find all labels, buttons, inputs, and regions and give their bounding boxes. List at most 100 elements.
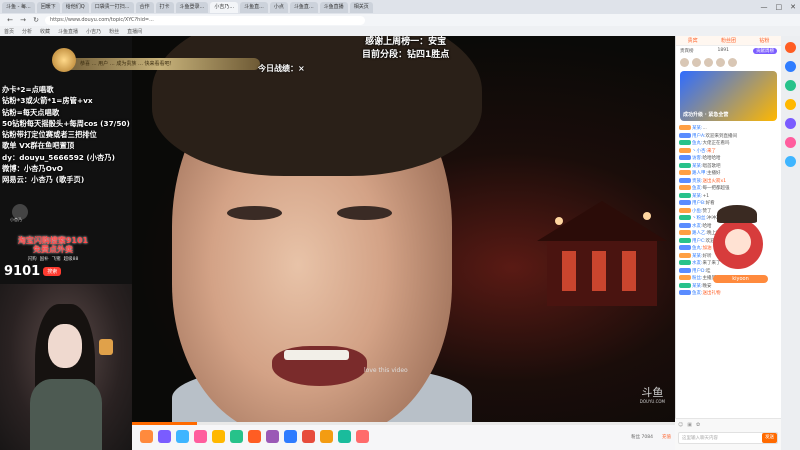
forward-icon[interactable]: → — [19, 16, 27, 24]
chat-nick[interactable]: 贵族: — [692, 179, 703, 184]
extension-icon[interactable] — [785, 137, 796, 148]
extension-icon[interactable] — [785, 42, 796, 53]
gift-icon[interactable] — [320, 430, 333, 443]
extension-icon[interactable] — [785, 80, 796, 91]
taobao-promo[interactable]: 淘宝闪购搜索9101 免费点外卖 闪购 国补 飞猪 超级88 9101 搜索 — [0, 236, 106, 281]
chat-nick[interactable]: 鱼友: — [692, 291, 703, 296]
chat-nick[interactable]: 小鱼: — [692, 209, 703, 214]
gift-icon[interactable] — [338, 430, 351, 443]
chat-nick[interactable]: 某某: — [692, 164, 703, 169]
panel-promo-card[interactable]: 成功升级 · 紧急全营 — [680, 71, 777, 121]
avatar[interactable] — [728, 58, 737, 67]
gift-icon[interactable]: ✿ — [696, 422, 700, 428]
chat-nick[interactable]: 某某: — [692, 284, 703, 289]
reload-icon[interactable]: ↻ — [32, 16, 40, 24]
bookmark-link[interactable]: 小吉乃 — [86, 28, 101, 35]
send-button[interactable]: 发送 — [762, 433, 777, 443]
chat-nick[interactable]: 鱼丸: — [692, 246, 703, 251]
gift-icon[interactable] — [302, 430, 315, 443]
gift-icon[interactable] — [230, 430, 243, 443]
secondary-camera-video[interactable] — [0, 284, 132, 450]
emoji-icon[interactable]: ☺ — [678, 422, 683, 428]
chat-nick[interactable]: 路人甲: — [692, 171, 707, 176]
chat-nick[interactable]: 粉丝: — [692, 276, 703, 281]
avatar[interactable] — [716, 58, 725, 67]
browser-tab[interactable]: 回暖下 — [36, 1, 60, 13]
chat-nick[interactable]: 访客: — [692, 156, 703, 161]
gift-icon[interactable] — [266, 430, 279, 443]
browser-tab[interactable]: 斗鱼 - 每... — [2, 1, 35, 13]
url-input[interactable]: https://www.douyu.com/topic/XYC?hid=... — [45, 15, 365, 25]
maximize-icon[interactable]: □ — [776, 3, 783, 11]
chat-nick[interactable]: 鱼友: — [692, 186, 703, 191]
panel-tab[interactable]: 贵宾 — [688, 37, 698, 44]
browser-tab[interactable]: 打卡 — [155, 1, 174, 13]
chat-input[interactable]: 这里输入聊天内容 发送 — [678, 432, 778, 444]
browser-tab[interactable]: 给他们Q — [61, 1, 89, 13]
chat-nick[interactable]: 用户A: — [692, 134, 706, 139]
chat-message: 鱼丸:大佬正在看吗 — [679, 140, 778, 148]
image-icon[interactable]: ▣ — [687, 422, 692, 428]
chat-nick[interactable]: 某某: — [692, 254, 703, 259]
browser-tab[interactable]: 小点 — [269, 1, 288, 13]
back-icon[interactable]: ← — [6, 16, 14, 24]
extension-icon[interactable] — [785, 156, 796, 167]
close-icon[interactable]: ✕ — [790, 3, 796, 11]
rank-button[interactable]: 贡献周榜 — [752, 48, 777, 54]
promo-search-button[interactable]: 搜索 — [43, 267, 62, 276]
cosplayer-dress — [30, 379, 102, 450]
bookmark-link[interactable]: 收藏 — [40, 28, 50, 35]
main-camera-video[interactable]: love this video 斗鱼 DOUYU.COM — [132, 36, 675, 422]
gift-icon[interactable] — [248, 430, 261, 443]
gift-icon[interactable] — [194, 430, 207, 443]
bookmark-link[interactable]: 粉丝 — [109, 28, 119, 35]
browser-tab[interactable]: 相关页 — [349, 1, 373, 13]
promo-card-text: 成功升级 · 紧急全营 — [683, 112, 729, 118]
mascot-character[interactable]: kiyoon — [703, 205, 773, 295]
browser-tab[interactable]: 小吉乃... — [210, 1, 239, 13]
gift-icon[interactable] — [140, 430, 153, 443]
chat-nick[interactable]: 水友: — [692, 261, 703, 266]
browser-tab[interactable]: 口袋贵一打扫... — [90, 1, 134, 13]
video-progress[interactable] — [132, 422, 675, 425]
avatar[interactable] — [680, 58, 689, 67]
bookmark-link[interactable]: 分析 — [22, 28, 32, 35]
chat-nick[interactable]: 鱼丸: — [692, 141, 703, 146]
level-badge — [679, 282, 691, 288]
browser-tab[interactable]: 斗鱼登录... — [175, 1, 209, 13]
gift-icon[interactable] — [284, 430, 297, 443]
chat-message: 某某:+1 — [679, 192, 778, 201]
rule-line: 钻粉=每天点唱歌 — [2, 107, 60, 117]
browser-tab[interactable]: 斗鱼直... — [289, 1, 318, 13]
panel-tab[interactable]: 粉丝团 — [721, 37, 736, 44]
gift-icon[interactable] — [176, 430, 189, 443]
extension-icon[interactable] — [785, 118, 796, 129]
extension-icon[interactable] — [785, 99, 796, 110]
chat-message: 丶小杏:来了 — [679, 147, 778, 156]
gift-icon[interactable] — [356, 430, 369, 443]
chat-input-placeholder: 这里输入聊天内容 — [682, 436, 718, 441]
bookmark-link[interactable]: 斗鱼直播 — [58, 28, 78, 35]
avatar[interactable] — [692, 58, 701, 67]
chat-nick[interactable]: 丶小杏: — [692, 149, 707, 154]
chat-nick[interactable]: 某某: — [692, 194, 703, 199]
promo-tags: 闪购 国补 飞猪 超级88 — [0, 256, 106, 262]
level-badge — [679, 237, 691, 243]
minimize-icon[interactable]: — — [761, 3, 768, 11]
gift-icon[interactable] — [212, 430, 225, 443]
browser-tab[interactable]: 斗鱼直... — [240, 1, 268, 13]
panel-tab[interactable]: 钻粉 — [759, 37, 769, 44]
extension-icon[interactable] — [785, 61, 796, 72]
browser-tab[interactable]: 斗鱼直播 — [319, 1, 348, 13]
bookmark-link[interactable]: 首页 — [4, 28, 14, 35]
browser-tab[interactable]: 合作 — [135, 1, 154, 13]
chat-nick[interactable]: 水友: — [692, 224, 703, 229]
promo-search-box[interactable]: 9101 搜索 — [0, 264, 106, 279]
avatar[interactable] — [704, 58, 713, 67]
chat-nick[interactable]: 某某: — [692, 126, 703, 131]
gift-icon[interactable] — [158, 430, 171, 443]
level-badge — [679, 132, 691, 138]
level-badge — [679, 185, 691, 190]
bookmark-link[interactable]: 直播间 — [127, 28, 142, 35]
recharge-button[interactable]: 充值 — [662, 434, 675, 440]
